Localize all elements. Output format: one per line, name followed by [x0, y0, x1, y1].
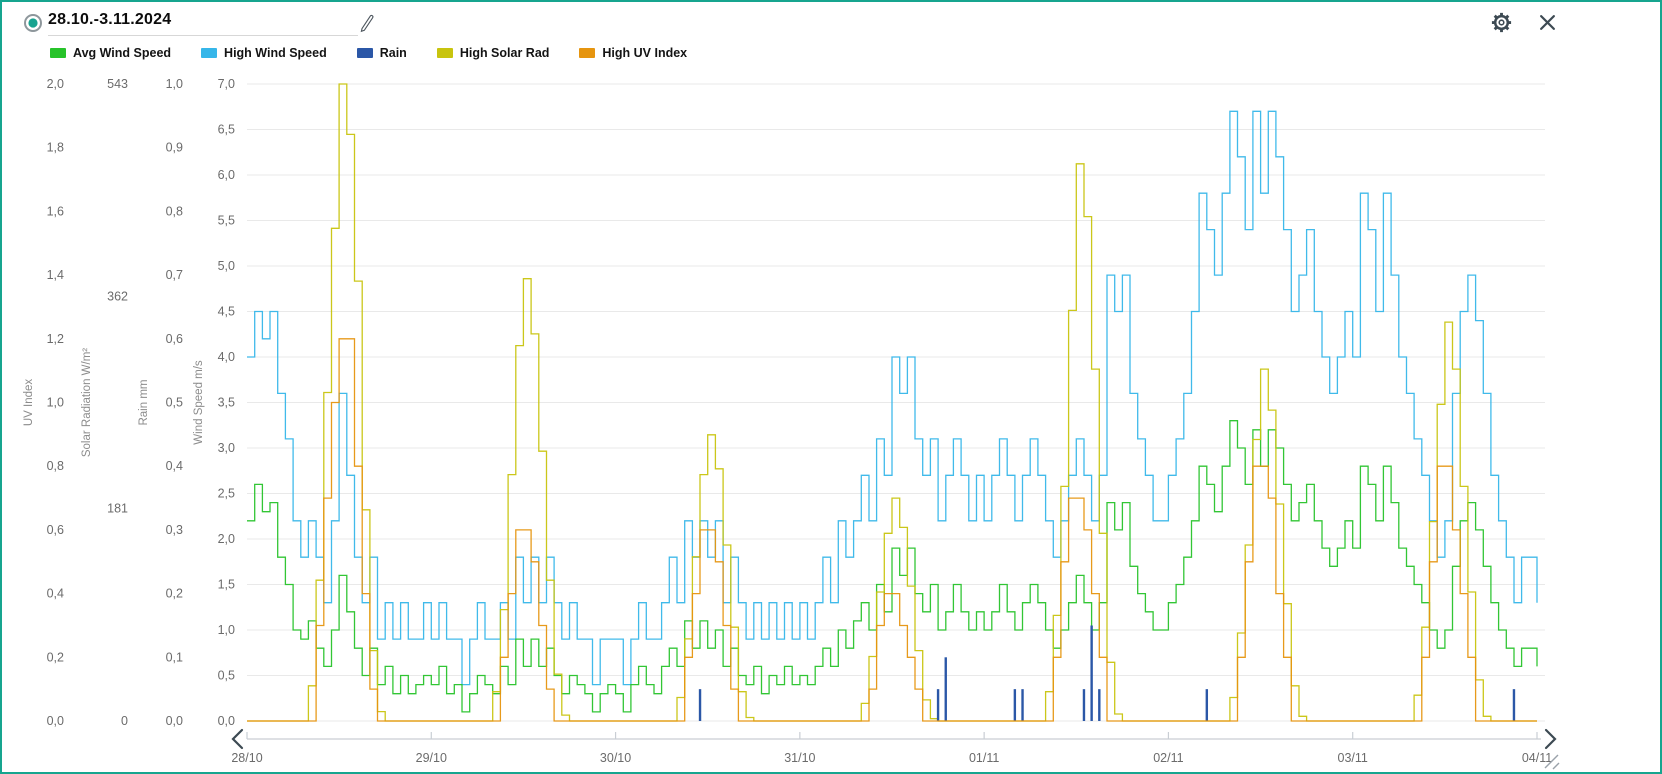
wind-tick-label: 5,0 [218, 259, 235, 273]
rain-tick-label: 0,5 [166, 396, 183, 410]
x-tick-label: 29/10 [416, 751, 447, 765]
wind-tick-label: 4,0 [218, 350, 235, 364]
wind-tick-label: 0,0 [218, 714, 235, 728]
uv-tick-label: 0,0 [47, 714, 64, 728]
wind-tick-label: 6,0 [218, 168, 235, 182]
rain-tick-label: 0,7 [166, 268, 183, 282]
uv-tick-label: 1,2 [47, 332, 64, 346]
chevron-left-icon[interactable] [233, 730, 242, 748]
x-tick-label: 02/11 [1153, 751, 1183, 765]
x-axis-nav: 28/10 29/10 30/10 31/10 01/11 02/11 03/11 04/11 [231, 732, 1552, 765]
weather-chart-window: 28.10.-3.11.2024 Avg Wind Speed High Wind… [0, 0, 1662, 774]
wind-tick-label: 3,0 [218, 441, 235, 455]
solar-tick-label: 543 [107, 77, 128, 91]
legend-label: High Solar Rad [460, 46, 550, 60]
uv-tick-label: 0,4 [47, 587, 64, 601]
wind-tick-label: 1,0 [218, 623, 235, 637]
rain-tick-label: 0,2 [166, 587, 183, 601]
rain-tick-label: 0,4 [166, 459, 183, 473]
date-underline [48, 35, 358, 36]
solar-tick-label: 0 [121, 714, 128, 728]
legend: Avg Wind Speed High Wind Speed Rain High So… [50, 46, 717, 60]
x-tick-label: 01/11 [969, 751, 999, 765]
rain-axis-title: Rain mm [138, 379, 150, 425]
x-tick-label: 04/11 [1522, 751, 1552, 765]
pencil-icon[interactable] [358, 13, 376, 34]
legend-label: Avg Wind Speed [73, 46, 171, 60]
legend-label: High UV Index [602, 46, 687, 60]
legend-label: Rain [380, 46, 407, 60]
uv-tick-label: 0,8 [47, 459, 64, 473]
legend-item-rain[interactable]: Rain [357, 46, 407, 60]
legend-swatch [437, 48, 453, 58]
wind-tick-label: 2,5 [218, 487, 235, 501]
x-tick-label: 28/10 [231, 751, 262, 765]
solar-tick-label: 181 [107, 502, 128, 516]
legend-swatch [357, 48, 373, 58]
solar-tick-label: 362 [107, 289, 128, 303]
uv-tick-label: 1,6 [47, 204, 64, 218]
uv-axis: 0,0 0,2 0,4 0,6 0,8 1,0 1,2 1,4 1,6 1,8 2,0 UV Inde… [23, 77, 64, 728]
legend-item-high-uv-index[interactable]: High UV Index [579, 46, 687, 60]
rain-tick-label: 0,9 [166, 141, 183, 155]
wind-tick-label: 7,0 [218, 77, 235, 91]
x-tick-label: 31/10 [784, 751, 815, 765]
legend-swatch [50, 48, 66, 58]
wind-tick-label: 3,5 [218, 396, 235, 410]
rain-tick-label: 1,0 [166, 77, 183, 91]
x-tick-label: 03/11 [1338, 751, 1368, 765]
wind-tick-label: 5,5 [218, 214, 235, 228]
rain-tick-label: 0,3 [166, 523, 183, 537]
legend-swatch [201, 48, 217, 58]
wind-axis-title: Wind Speed m/s [193, 360, 205, 445]
uv-tick-label: 1,8 [47, 141, 64, 155]
legend-item-high-wind-speed[interactable]: High Wind Speed [201, 46, 327, 60]
wind-tick-label: 2,0 [218, 532, 235, 546]
wind-axis: 0,0 0,5 1,0 1,5 2,0 2,5 3,0 3,5 4,0 4,5 5,0 5,5 6,0 6… [193, 77, 235, 728]
close-icon[interactable] [1539, 14, 1556, 31]
legend-swatch [579, 48, 595, 58]
uv-tick-label: 0,6 [47, 523, 64, 537]
gear-icon[interactable] [1490, 11, 1513, 34]
chart[interactable]: 0,0 0,2 0,4 0,6 0,8 1,0 1,2 1,4 1,6 1,8 2,0 UV Inde… [2, 66, 1662, 774]
date-range-value[interactable]: 28.10.-3.11.2024 [48, 11, 171, 29]
legend-item-high-solar-rad[interactable]: High Solar Rad [437, 46, 550, 60]
rain-tick-label: 0,8 [166, 204, 183, 218]
rain-tick-label: 0,0 [166, 714, 183, 728]
uv-tick-label: 1,0 [47, 396, 64, 410]
rain-axis: 0,0 0,1 0,2 0,3 0,4 0,5 0,6 0,7 0,8 0,9 1,0 Rain mm [138, 77, 183, 728]
x-tick-label: 30/10 [600, 751, 631, 765]
uv-axis-title: UV Index [23, 379, 35, 427]
rain-tick-label: 0,1 [166, 650, 183, 664]
uv-tick-label: 1,4 [47, 268, 64, 282]
rain-tick-label: 0,6 [166, 332, 183, 346]
legend-label: High Wind Speed [224, 46, 327, 60]
chevron-right-icon[interactable] [1546, 730, 1555, 748]
date-range-radio[interactable] [23, 13, 43, 33]
wind-tick-label: 6,5 [218, 123, 235, 137]
legend-item-avg-wind-speed[interactable]: Avg Wind Speed [50, 46, 171, 60]
uv-tick-label: 2,0 [47, 77, 64, 91]
solar-axis-title: Solar Radiation W/m² [81, 348, 93, 457]
wind-tick-label: 0,5 [218, 669, 235, 683]
uv-tick-label: 0,2 [47, 650, 64, 664]
wind-tick-label: 4,5 [218, 305, 235, 319]
y-gridlines [247, 84, 1545, 721]
solar-axis: 0 181 362 543 Solar Radiation W/m² [81, 77, 128, 728]
wind-tick-label: 1,5 [218, 578, 235, 592]
